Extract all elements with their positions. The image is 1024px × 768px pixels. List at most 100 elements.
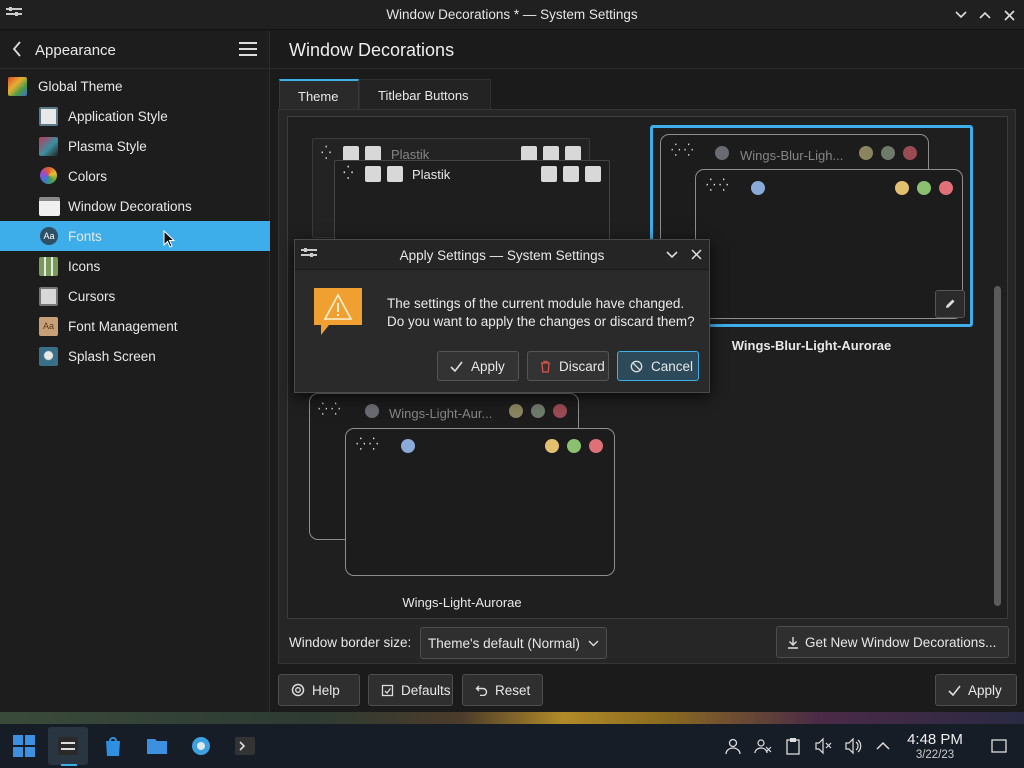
back-arrow-icon[interactable] (12, 41, 22, 57)
maximize-dot-icon (917, 181, 931, 195)
dialog-apply-button[interactable]: Apply (437, 351, 519, 381)
close-dot-icon (903, 146, 917, 160)
show-desktop-icon[interactable] (990, 737, 1008, 755)
mute-icon[interactable] (814, 737, 832, 755)
reset-label: Reset (495, 682, 531, 698)
undo-icon (475, 684, 488, 696)
maximize-dot-icon (531, 404, 545, 418)
minimize-button[interactable] (952, 6, 970, 24)
dialog-message: The settings of the current module have … (387, 295, 695, 331)
window-title: Window Decorations * — System Settings (386, 7, 638, 22)
discover-icon[interactable] (100, 733, 126, 759)
sidebar-header: Appearance (0, 31, 270, 69)
close-icon (1003, 9, 1015, 21)
reset-button[interactable]: Reset (462, 674, 543, 706)
sidebar-item-colors[interactable]: Colors (0, 161, 270, 191)
sidebar-item-label: Cursors (68, 289, 116, 304)
apply-settings-dialog: Apply Settings — System Settings The set… (294, 239, 710, 393)
chevron-up-icon (979, 11, 991, 19)
edit-theme-button[interactable] (935, 290, 965, 318)
chevron-down-icon[interactable] (666, 251, 678, 259)
window-decorations-icon (39, 197, 60, 216)
drag-dots-icon: ⁛ ⁛ (671, 143, 694, 157)
maximize-icon (563, 166, 579, 182)
icons-icon (39, 257, 58, 276)
users-icon[interactable] (754, 737, 772, 755)
tab-titlebar-buttons[interactable]: Titlebar Buttons (359, 79, 491, 109)
theme-caption-wings-light: Wings-Light-Aurorae (402, 595, 522, 610)
maximize-dot-icon (567, 439, 581, 453)
border-size-value: Theme's default (Normal) (428, 636, 580, 651)
font-management-icon: Aa (39, 317, 58, 336)
sidebar-item-fonts[interactable]: Aa Fonts (0, 221, 270, 251)
drag-dots-icon: ⁛ (343, 165, 354, 180)
fonts-icon: Aa (40, 227, 58, 245)
system-settings-icon[interactable] (55, 733, 81, 759)
sidebar-item-font-management[interactable]: Aa Font Management (0, 311, 270, 341)
active-task-indicator (61, 764, 77, 766)
start-menu-icon[interactable] (11, 733, 37, 759)
system-settings-window: Window Decorations * — System Settings A… (0, 0, 1024, 768)
wings-blur-front-window: ⁛ ⁛ (695, 169, 963, 319)
help-lifebuoy-icon (291, 683, 305, 697)
defaults-button[interactable]: Defaults (368, 674, 453, 706)
chevron-up-icon[interactable] (874, 737, 892, 755)
close-icon[interactable] (691, 249, 702, 260)
close-dot-icon (553, 404, 567, 418)
dialog-title: Apply Settings — System Settings (399, 248, 605, 263)
chevron-down-icon (955, 11, 967, 19)
sidebar-item-icons[interactable]: Icons (0, 251, 270, 281)
close-icon (585, 166, 601, 182)
border-size-select[interactable]: Theme's default (Normal) (420, 627, 607, 659)
plastik-front-window: ⁛ Plastik (334, 160, 610, 240)
dialog-message-line2: Do you want to apply the changes or disc… (387, 314, 695, 329)
taskbar: 4:48 PM 3/22/23 (0, 724, 1024, 768)
dialog-cancel-button[interactable]: Cancel (617, 351, 699, 381)
volume-icon[interactable] (844, 737, 862, 755)
plasma-style-icon (39, 137, 58, 156)
checkmark-icon (948, 685, 961, 696)
trash-icon (541, 360, 550, 373)
clock[interactable]: 4:48 PM 3/22/23 (900, 731, 970, 761)
hamburger-menu-icon[interactable] (239, 42, 257, 56)
terminal-icon[interactable] (232, 733, 258, 759)
sidebar-item-label: Icons (68, 259, 101, 274)
drag-dots-icon: ⁛ ⁛ (318, 402, 341, 416)
user-icon[interactable] (724, 737, 742, 755)
sidebar-item-cursors[interactable]: Cursors (0, 281, 270, 311)
sidebar-item-window-decorations[interactable]: Window Decorations (0, 191, 270, 221)
window-titlebar: Window Decorations * — System Settings (0, 0, 1024, 30)
theme-grid-scrollbar[interactable] (994, 286, 1001, 606)
file-manager-icon[interactable] (144, 733, 170, 759)
warning-icon (314, 288, 362, 335)
sidebar-item-application-style[interactable]: Application Style (0, 101, 270, 131)
apply-button[interactable]: Apply (935, 674, 1017, 706)
close-button[interactable] (1000, 6, 1018, 24)
app-menu-icon (387, 166, 403, 182)
sidebar-item-plasma-style[interactable]: Plasma Style (0, 131, 270, 161)
settings-gear-icon[interactable] (188, 733, 214, 759)
splash-screen-icon (39, 347, 58, 366)
minimize-icon (541, 166, 557, 182)
drag-dots-icon: ⁛ ⁛ (706, 178, 729, 192)
get-new-decorations-button[interactable]: Get New Window Decorations... (776, 626, 1009, 658)
mouse-cursor-icon (163, 230, 175, 248)
minimize-dot-icon (859, 146, 873, 160)
sidebar-item-global-theme[interactable]: Global Theme (0, 71, 270, 101)
sidebar-item-label: Global Theme (38, 79, 123, 94)
help-button[interactable]: Help (278, 674, 360, 706)
maximize-button[interactable] (976, 6, 994, 24)
sidebar-item-label: Splash Screen (68, 349, 156, 364)
sidebar-item-splash-screen[interactable]: Splash Screen (0, 341, 270, 371)
sidebar: Appearance Global Theme Application Styl… (0, 31, 270, 712)
sidebar-back-label[interactable]: Appearance (35, 42, 116, 59)
pin-dot-icon (365, 404, 379, 418)
dialog-discard-button[interactable]: Discard (527, 351, 609, 381)
defaults-icon (381, 684, 394, 697)
dialog-apply-label: Apply (471, 358, 505, 374)
tab-theme[interactable]: Theme (279, 79, 359, 109)
clipboard-icon[interactable] (784, 737, 802, 755)
chevron-down-icon (588, 640, 599, 647)
colors-icon (40, 167, 57, 184)
sidebar-item-label: Plasma Style (68, 139, 147, 154)
